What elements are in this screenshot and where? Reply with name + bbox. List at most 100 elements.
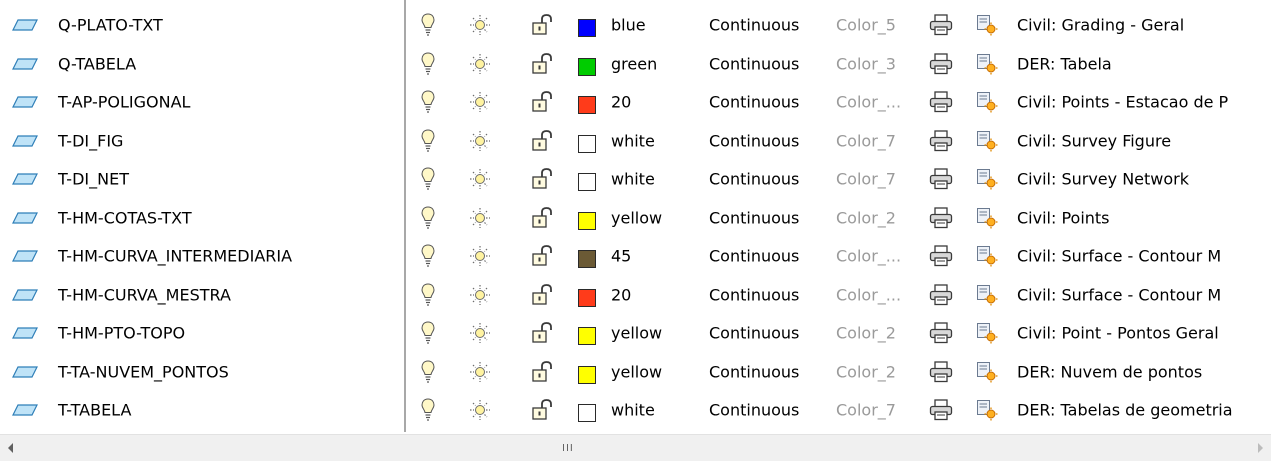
layer-description[interactable]: Civil: Surface - Contour M — [1017, 247, 1267, 266]
sun-thaw-icon[interactable] — [469, 245, 491, 267]
new-viewport-freeze-icon[interactable] — [976, 361, 998, 383]
layer-row[interactable]: T-AP-POLIGONAL 20 Continuous Color_... C… — [0, 83, 1271, 122]
plot-style[interactable]: Color_7 — [836, 401, 896, 420]
layer-name[interactable]: T-AP-POLIGONAL — [58, 93, 190, 112]
sun-thaw-icon[interactable] — [469, 130, 491, 152]
new-viewport-freeze-icon[interactable] — [976, 284, 998, 306]
unlocked-icon[interactable] — [531, 360, 553, 383]
printer-icon[interactable] — [929, 130, 953, 152]
color-swatch[interactable] — [578, 365, 596, 384]
layer-name[interactable]: T-DI_FIG — [58, 131, 123, 150]
new-viewport-freeze-icon[interactable] — [976, 53, 998, 75]
linetype[interactable]: Continuous — [709, 208, 799, 227]
unlocked-icon[interactable] — [531, 129, 553, 152]
layer-description[interactable]: Civil: Points - Estacao de P — [1017, 93, 1267, 112]
plot-style[interactable]: Color_5 — [836, 16, 896, 35]
linetype[interactable]: Continuous — [709, 247, 799, 266]
printer-icon[interactable] — [929, 284, 953, 306]
color-name[interactable]: 20 — [611, 285, 631, 304]
color-swatch[interactable] — [578, 327, 596, 346]
plot-style[interactable]: Color_7 — [836, 170, 896, 189]
plot-style[interactable]: Color_2 — [836, 324, 896, 343]
printer-icon[interactable] — [929, 207, 953, 229]
unlocked-icon[interactable] — [531, 399, 553, 421]
layer-name[interactable]: T-HM-PTO-TOPO — [58, 324, 185, 343]
scroll-left-arrow-icon[interactable] — [8, 443, 13, 453]
sun-thaw-icon[interactable] — [469, 14, 491, 36]
layer-row[interactable]: Q-TABELA green Continuous Color_3 DER: T… — [0, 45, 1271, 84]
sun-thaw-icon[interactable] — [469, 284, 491, 306]
printer-icon[interactable] — [929, 361, 953, 383]
sun-thaw-icon[interactable] — [469, 399, 491, 421]
new-viewport-freeze-icon[interactable] — [976, 245, 998, 267]
color-name[interactable]: yellow — [611, 324, 662, 343]
linetype[interactable]: Continuous — [709, 362, 799, 381]
layer-row[interactable]: T-HM-CURVA_MESTRA 20 Continuous Color_..… — [0, 276, 1271, 315]
sun-thaw-icon[interactable] — [469, 91, 491, 113]
plot-style[interactable]: Color_2 — [836, 208, 896, 227]
plot-style[interactable]: Color_7 — [836, 131, 896, 150]
sun-thaw-icon[interactable] — [469, 361, 491, 383]
layer-row[interactable]: T-HM-COTAS-TXT yellow Continuous Color_2 — [0, 199, 1271, 238]
new-viewport-freeze-icon[interactable] — [976, 168, 998, 190]
layer-row[interactable]: T-TA-NUVEM_PONTOS yellow Continuous Colo… — [0, 353, 1271, 392]
unlocked-icon[interactable] — [531, 91, 553, 113]
linetype[interactable]: Continuous — [709, 401, 799, 420]
linetype[interactable]: Continuous — [709, 16, 799, 35]
unlocked-icon[interactable] — [531, 283, 553, 306]
printer-icon[interactable] — [929, 399, 953, 421]
plot-style[interactable]: Color_3 — [836, 54, 896, 73]
layer-name[interactable]: T-HM-CURVA_INTERMEDIARIA — [58, 247, 292, 266]
printer-icon[interactable] — [929, 91, 953, 113]
sun-thaw-icon[interactable] — [469, 322, 491, 344]
layer-name[interactable]: T-HM-CURVA_MESTRA — [58, 285, 231, 304]
linetype[interactable]: Continuous — [709, 324, 799, 343]
unlocked-icon[interactable] — [531, 245, 553, 267]
layer-description[interactable]: Civil: Survey Figure — [1017, 131, 1267, 150]
lightbulb-on-icon[interactable] — [420, 320, 436, 346]
color-swatch[interactable] — [578, 250, 596, 269]
unlocked-icon[interactable] — [531, 168, 553, 190]
plot-style[interactable]: Color_... — [836, 285, 901, 304]
layer-name[interactable]: Q-PLATO-TXT — [58, 16, 163, 35]
layer-name[interactable]: Q-TABELA — [58, 54, 136, 73]
layer-row[interactable]: T-HM-PTO-TOPO yellow Continuous Color_2 — [0, 314, 1271, 353]
layer-name[interactable]: T-TA-NUVEM_PONTOS — [58, 362, 229, 381]
layer-row[interactable]: T-DI_FIG white Continuous Color_7 Civil:… — [0, 122, 1271, 161]
color-swatch[interactable] — [578, 96, 596, 115]
new-viewport-freeze-icon[interactable] — [976, 207, 998, 229]
plot-style[interactable]: Color_... — [836, 247, 901, 266]
lightbulb-on-icon[interactable] — [420, 205, 436, 231]
layer-description[interactable]: DER: Tabela — [1017, 54, 1267, 73]
color-name[interactable]: white — [611, 170, 655, 189]
color-name[interactable]: 20 — [611, 93, 631, 112]
printer-icon[interactable] — [929, 322, 953, 344]
unlocked-icon[interactable] — [531, 52, 553, 75]
layer-row[interactable]: T-TABELA white Continuous Color_7 DER: T… — [0, 391, 1271, 430]
lightbulb-on-icon[interactable] — [420, 397, 436, 423]
linetype[interactable]: Continuous — [709, 54, 799, 73]
linetype[interactable]: Continuous — [709, 131, 799, 150]
scroll-thumb-grip[interactable]: III — [562, 443, 574, 454]
color-name[interactable]: 45 — [611, 247, 631, 266]
plot-style[interactable]: Color_... — [836, 93, 901, 112]
lightbulb-on-icon[interactable] — [420, 166, 436, 192]
layer-row[interactable]: Q-PLATO-TXT blue Continuous Color_5 Civi… — [0, 6, 1271, 45]
printer-icon[interactable] — [929, 168, 953, 190]
lightbulb-on-icon[interactable] — [420, 282, 436, 308]
layer-description[interactable]: Civil: Point - Pontos Geral — [1017, 324, 1267, 343]
new-viewport-freeze-icon[interactable] — [976, 91, 998, 113]
unlocked-icon[interactable] — [531, 322, 553, 344]
printer-icon[interactable] — [929, 53, 953, 75]
horizontal-scrollbar[interactable]: III — [0, 434, 1271, 461]
unlocked-icon[interactable] — [531, 206, 553, 229]
layer-description[interactable]: Civil: Surface - Contour M — [1017, 285, 1267, 304]
plot-style[interactable]: Color_2 — [836, 362, 896, 381]
linetype[interactable]: Continuous — [709, 170, 799, 189]
new-viewport-freeze-icon[interactable] — [976, 399, 998, 421]
lightbulb-on-icon[interactable] — [420, 243, 436, 269]
layer-row[interactable]: T-HM-CURVA_INTERMEDIARIA 45 Continuous C… — [0, 237, 1271, 276]
layer-description[interactable]: Civil: Grading - Geral — [1017, 16, 1267, 35]
lightbulb-on-icon[interactable] — [420, 12, 436, 38]
color-swatch[interactable] — [578, 134, 596, 153]
